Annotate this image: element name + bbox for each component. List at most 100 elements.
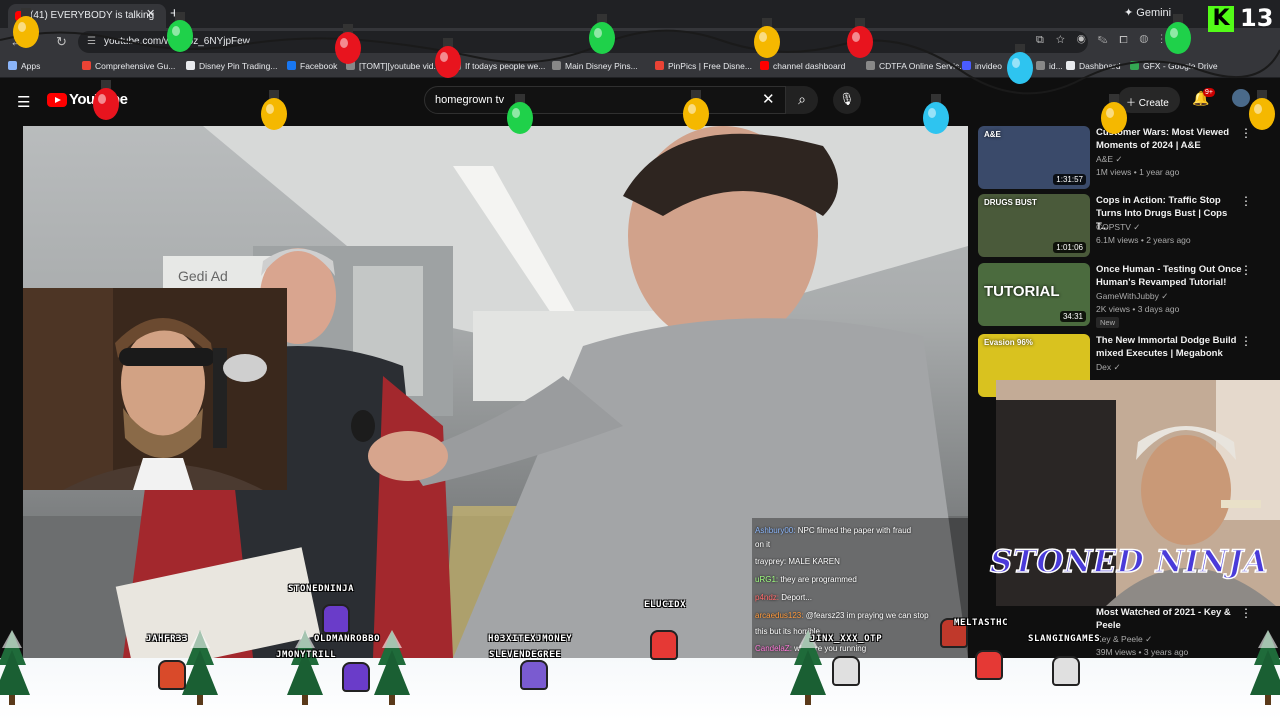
chat-text: MALE KAREN	[788, 557, 840, 566]
channel-name[interactable]: COPSTV ✓	[1096, 222, 1140, 233]
new-tab-button[interactable]: +	[170, 5, 179, 22]
bookmark-favicon-icon	[1066, 61, 1075, 70]
stream-username-label: SLANGINGAMES	[1028, 634, 1101, 644]
chat-username[interactable]: arcaedus123:	[755, 611, 806, 620]
channel-name[interactable]: Dex ✓	[1096, 362, 1121, 373]
video-title[interactable]: The New Immortal Dodge Build mixed Execu…	[1096, 334, 1242, 360]
bookmark-label: Comprehensive Gu...	[95, 61, 176, 71]
bookmark-label: Dashboard	[1079, 61, 1121, 71]
thumbnail-text: DRUGS BUST	[984, 198, 1037, 207]
stoned-ninja-overlay-text: STONED NINJA	[989, 543, 1268, 581]
bookmark-item[interactable]: Facebook	[287, 61, 337, 71]
video-title[interactable]: Once Human - Testing Out Once Human's Re…	[1096, 263, 1242, 289]
recommended-video[interactable]: DRUGS BUST 1:01:06 Cops in Action: Traffic…	[978, 194, 1270, 260]
channel-name[interactable]: GameWithJubby ✓	[1096, 291, 1168, 302]
search-icon: ⌕	[798, 91, 806, 107]
bookmark-label: id...	[1049, 61, 1063, 71]
bookmark-label: [TOMT][youtube vid...	[359, 61, 441, 71]
bookmark-item[interactable]: GFX - Google Drive	[1130, 61, 1218, 71]
reload-icon[interactable]: ↻	[56, 34, 67, 50]
kick-viewer-count: 13	[1240, 4, 1274, 32]
stream-username-label: STONEDNINJA	[288, 584, 355, 594]
bookmark-item[interactable]: channel dashboard	[760, 61, 845, 71]
recommended-video[interactable]: TUTORIAL 34:31 Once Human - Testing Out On…	[978, 263, 1270, 329]
menu-icon[interactable]: ☰	[17, 93, 30, 111]
stream-username-label: JMONYTRILL	[276, 650, 337, 660]
bookmark-item[interactable]: [TOMT][youtube vid...	[346, 61, 441, 71]
extension-icons[interactable]: ⧉☆◉✎⧠◍⋮	[1036, 34, 1175, 47]
bookmark-label: GFX - Google Drive	[1143, 61, 1218, 71]
more-options-icon[interactable]: ⋮	[1240, 263, 1252, 277]
new-badge: New	[1096, 317, 1120, 328]
tab-close-icon[interactable]: ✕	[146, 7, 155, 20]
bookmark-label: Apps	[21, 61, 41, 71]
recommended-video[interactable]: A&E 1:31:57 Customer Wars: Most Viewed Mom…	[978, 126, 1270, 192]
kick-logo-icon: K	[1208, 6, 1234, 32]
bookmark-item[interactable]: Disney Pin Trading...	[186, 61, 277, 71]
video-meta: 1M views • 1 year ago	[1096, 167, 1180, 177]
gemini-label: Gemini	[1136, 7, 1172, 19]
bookmark-item[interactable]: CDTFA Online Servic...	[866, 61, 966, 71]
bookmark-item[interactable]: id...	[1036, 61, 1063, 71]
bookmark-favicon-icon	[8, 61, 17, 70]
tree-icon	[1250, 630, 1280, 705]
bookmark-label: If todays people we...	[465, 61, 546, 71]
video-thumbnail[interactable]: TUTORIAL 34:31	[978, 263, 1090, 326]
bookmark-item[interactable]: Apps	[8, 61, 40, 71]
bookmark-item[interactable]: If todays people we...	[452, 61, 545, 71]
url-input[interactable]: ☰ youtube.com/w... =oz_6NYjpFew	[78, 31, 1088, 53]
chat-message: uRG1: they are programmed	[755, 575, 857, 584]
bookmark-label: Facebook	[300, 61, 338, 71]
youtube-logo-text[interactable]: YouTube	[69, 91, 128, 108]
gemini-button[interactable]: ✦ Gemini	[1124, 6, 1171, 19]
streamer-webcam	[23, 288, 287, 490]
bookmark-item[interactable]: Dashboard	[1066, 61, 1121, 71]
avatar[interactable]	[1232, 89, 1250, 107]
search-button[interactable]: ⌕	[786, 86, 818, 114]
voice-search-button[interactable]: 🎙	[833, 86, 861, 114]
clear-search-icon[interactable]: ✕	[762, 90, 775, 108]
bookmark-favicon-icon	[866, 61, 875, 70]
chat-text: Deport...	[781, 593, 812, 602]
bookmark-label: Disney Pin Trading...	[199, 61, 278, 71]
browser-tab[interactable]: (41) EVERYBODY is talking	[8, 4, 166, 28]
bookmark-favicon-icon	[452, 61, 461, 70]
create-button[interactable]: ＋ Create	[1118, 87, 1180, 113]
video-thumbnail[interactable]: DRUGS BUST 1:01:06	[978, 194, 1090, 257]
channel-name[interactable]: A&E ✓	[1096, 154, 1123, 165]
chat-username[interactable]: p4ndz:	[755, 593, 781, 602]
video-title[interactable]: Customer Wars: Most Viewed Moments of 20…	[1096, 126, 1242, 152]
bookmark-favicon-icon	[1036, 61, 1045, 70]
bookmark-label: PinPics | Free Disne...	[668, 61, 752, 71]
bookmark-label: CDTFA Online Servic...	[879, 61, 967, 71]
stream-username-label: ELUCIDX	[644, 600, 687, 610]
more-options-icon[interactable]: ⋮	[1240, 194, 1252, 208]
video-meta: 2K views • 3 days ago	[1096, 304, 1180, 314]
chat-message: Ashbury00: NPC filmed the paper with fra…	[755, 526, 911, 535]
video-duration: 1:01:06	[1053, 242, 1086, 253]
site-info-icon[interactable]: ☰	[87, 36, 96, 47]
bookmark-item[interactable]: Main Disney Pins...	[552, 61, 638, 71]
more-options-icon[interactable]: ⋮	[1240, 606, 1252, 620]
bookmark-item[interactable]: PinPics | Free Disne...	[655, 61, 752, 71]
search-input[interactable]: homegrown tv	[424, 86, 786, 114]
chat-avatar-sprite	[975, 650, 1003, 680]
bookmark-item[interactable]: Comprehensive Gu...	[82, 61, 175, 71]
bookmark-favicon-icon	[962, 61, 971, 70]
more-options-icon[interactable]: ⋮	[1240, 126, 1252, 140]
bookmark-label: Main Disney Pins...	[565, 61, 638, 71]
stream-username-label: JAHFR33	[146, 634, 189, 644]
back-icon[interactable]: ←	[10, 34, 23, 49]
bookmark-item[interactable]: invideo	[962, 61, 1002, 71]
chat-username[interactable]: uRG1:	[755, 575, 780, 584]
chat-avatar-sprite	[1052, 656, 1080, 686]
more-options-icon[interactable]: ⋮	[1240, 334, 1252, 348]
video-thumbnail[interactable]: A&E 1:31:57	[978, 126, 1090, 189]
chat-message: arcaedus123: @fearsz23 im praying we can…	[755, 611, 929, 620]
chat-username[interactable]: Ashbury00:	[755, 526, 798, 535]
stream-username-label: JINX_XXX_OTP	[810, 634, 883, 644]
youtube-logo-icon[interactable]	[47, 93, 67, 107]
svg-text:Gedi Ad: Gedi Ad	[178, 268, 228, 284]
chat-message: on it	[755, 540, 770, 549]
chat-username[interactable]: trayprey:	[755, 557, 788, 566]
